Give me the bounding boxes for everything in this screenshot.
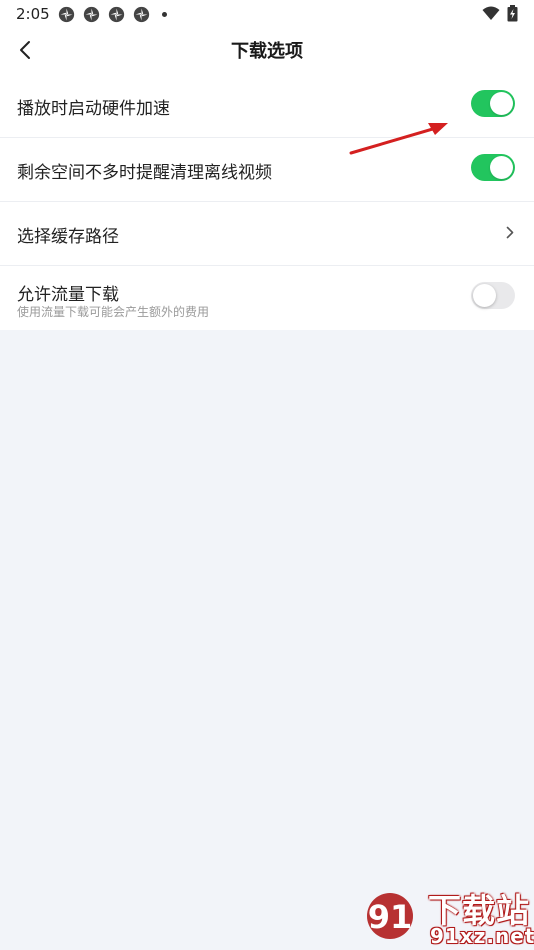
header: 下载选项 — [0, 28, 534, 74]
setting-label: 播放时启动硬件加速 — [17, 99, 170, 119]
settings-list: 播放时启动硬件加速 剩余空间不多时提醒清理离线视频 选择缓存路径 允许流量下载 … — [0, 74, 534, 330]
toggle-knob — [490, 156, 513, 179]
chevron-right-icon — [506, 226, 514, 239]
toggle-knob — [490, 92, 513, 115]
app-notification-icon — [58, 6, 75, 23]
setting-sublabel: 使用流量下载可能会产生额外的费用 — [17, 305, 210, 319]
page-title: 下载选项 — [231, 41, 303, 62]
setting-label: 允许流量下载 — [17, 285, 119, 305]
more-notifications-dot — [162, 12, 167, 17]
app-notification-icon — [133, 6, 150, 23]
app-notification-icon — [108, 6, 125, 23]
battery-charging-icon — [507, 5, 518, 22]
setting-hardware-acceleration: 播放时启动硬件加速 — [0, 74, 534, 138]
hardware-acceleration-toggle[interactable] — [471, 90, 515, 117]
watermark-site: 91xz.net — [430, 924, 534, 948]
low-space-reminder-toggle[interactable] — [471, 154, 515, 181]
watermark-91-mark: 91 — [367, 893, 413, 939]
status-bar: 2:05 — [0, 0, 534, 28]
setting-label: 选择缓存路径 — [17, 227, 119, 247]
status-time: 2:05 — [16, 5, 50, 23]
setting-low-space-reminder: 剩余空间不多时提醒清理离线视频 — [0, 138, 534, 202]
setting-cache-path[interactable]: 选择缓存路径 — [0, 202, 534, 266]
wifi-icon — [482, 6, 500, 20]
setting-label: 剩余空间不多时提醒清理离线视频 — [17, 163, 272, 183]
toggle-knob — [473, 284, 496, 307]
app-notification-icon — [83, 6, 100, 23]
setting-mobile-data-download: 允许流量下载 使用流量下载可能会产生额外的费用 — [0, 266, 534, 330]
svg-text:91: 91 — [368, 898, 413, 936]
notification-icons — [58, 6, 167, 23]
watermark-logo: 91 下载站 91xz.net — [362, 884, 534, 950]
mobile-data-download-toggle[interactable] — [471, 282, 515, 309]
